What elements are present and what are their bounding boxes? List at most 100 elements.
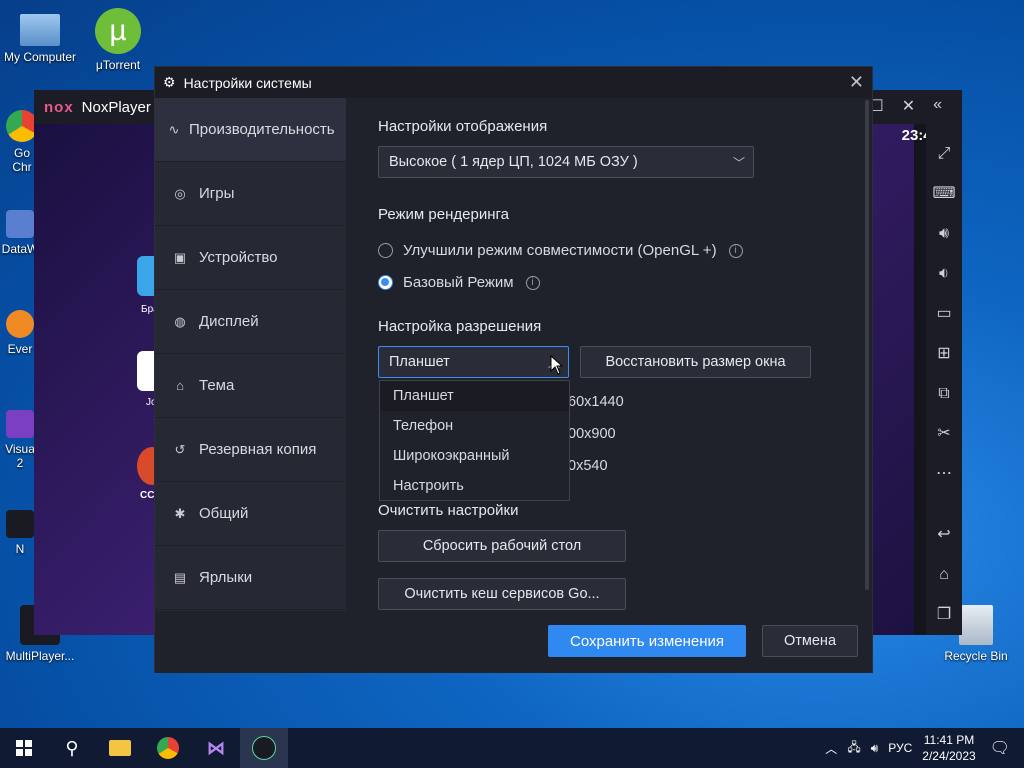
nav-label: Общий [199,505,249,522]
select-value: Высокое ( 1 ядер ЦП, 1024 МБ ОЗУ ) [389,154,638,170]
volume-up-icon[interactable]: 🔊︎ [939,214,949,254]
fullscreen-icon[interactable]: ⤢ [938,134,951,174]
general-settings-icon: ✱ [174,505,186,521]
nav-display[interactable]: ◍ Дисплей [155,290,346,354]
desktop-icon-utorrent[interactable]: µ μTorrent [78,8,158,72]
clock-date: 2/24/2023 [922,749,976,763]
windows-icon [16,740,32,756]
apk-install-icon[interactable]: ⊞ [937,334,950,374]
clear-settings-label: Очистить настройки [378,502,519,519]
radio-label: Базовый Режим [403,274,514,291]
taskbar-file-explorer[interactable] [96,728,144,768]
resolution-select[interactable]: Планшет ︿ [378,346,569,378]
info-icon[interactable]: i [525,275,540,290]
settings-scrollbar[interactable] [865,100,869,590]
taskbar-visual-studio[interactable]: ⋈ [192,728,240,768]
nav-shortcuts[interactable]: ▤ Ярлыки [155,546,346,610]
nav-performance[interactable]: ∿ Производительность [155,98,346,162]
desktop-icon-label: Ever [7,342,33,356]
dropdown-option-tablet[interactable]: Планшет [380,381,569,411]
close-icon[interactable]: ✕ [849,72,864,93]
desktop-icon-label: N [15,542,25,556]
desktop-icon-label: MultiPlayer... [5,649,75,663]
resolution-label: Настройка разрешения [378,318,542,335]
dropdown-option-phone[interactable]: Телефон [380,411,569,441]
reset-desktop-button[interactable]: Сбросить рабочий стол [378,530,626,562]
nav-general[interactable]: ✱ Общий [155,482,346,546]
render-mode-label: Режим рендеринга [378,206,509,223]
clear-cache-button[interactable]: Очистить кеш сервисов Go... [378,578,626,610]
nox-window-controls: ☐ ✕ « [869,96,942,116]
nav-backup[interactable]: ↺ Резервная копия [155,418,346,482]
radio-button[interactable] [378,243,393,258]
home-icon[interactable]: ⌂ [939,555,949,595]
nav-label: Тема [199,377,235,394]
search-button[interactable]: ⚲ [48,728,96,768]
restore-window-size-button[interactable]: Восстановить размер окна [580,346,811,378]
input-language[interactable]: РУС [888,741,912,755]
resolution-option-partial: 00x900 [568,426,616,442]
desktop-icon-label: Recycle Bin [944,649,1008,663]
save-changes-button[interactable]: Сохранить изменения [548,625,746,657]
resolution-dropdown-list: Планшет Телефон Широкоэкранный Настроить [379,380,570,501]
taskbar-noxplayer[interactable] [240,728,288,768]
button-label: Сохранить изменения [569,632,725,650]
visual-studio-icon [6,410,34,438]
info-icon[interactable]: i [728,243,743,258]
nox-icon [252,736,276,760]
system-tray: ︿ 🖧︎ 🔊︎ РУС 11:41 PM 2/24/2023 🗨︎ [825,728,1024,768]
volume-icon[interactable]: 🔊︎ [871,741,879,756]
taskbar-chrome[interactable] [144,728,192,768]
multi-instance-icon[interactable]: ⧉ [938,374,949,414]
render-option-basic[interactable]: Базовый Режим i [378,274,540,291]
pulse-icon: ∿ [168,121,180,137]
volume-down-icon[interactable]: 🔉︎ [939,254,949,294]
button-label: Отмена [783,633,837,649]
settings-nav: ∿ Производительность ◎ Игры ▣ Устройство… [155,98,346,611]
select-value: Планшет [389,354,450,370]
button-label: Сбросить рабочий стол [422,538,582,554]
radio-button-selected[interactable] [378,275,393,290]
device-icon: ▣ [173,249,187,265]
desktop-icon-label: Go Chr [12,146,32,174]
desktop-icon-label: My Computer [3,50,77,64]
dialog-titlebar: ⚙ Настройки системы ✕ [155,67,872,98]
gamepad-icon: ◎ [174,185,186,201]
more-icon[interactable]: ⋯ [936,454,952,494]
network-icon[interactable]: 🖧︎ [847,738,860,759]
close-icon[interactable]: ✕ [902,96,915,116]
scissors-icon[interactable]: ✂ [937,414,950,454]
dropdown-option-widescreen[interactable]: Широкоэкранный [380,441,569,471]
dropdown-option-custom[interactable]: Настроить [380,471,569,501]
resolution-option-partial: 60x1440 [568,394,624,410]
nox-side-toolbar: ⤢ ⌨ 🔊︎ 🔉︎ ▭ ⊞ ⧉ ✂ ⋯ ↩ ⌂ ❐ [926,124,962,635]
collapse-sidebar-icon[interactable]: « [933,96,942,116]
back-icon[interactable]: ↩ [937,515,950,555]
cancel-button[interactable]: Отмена [762,625,858,657]
recent-apps-icon[interactable]: ❐ [937,595,951,635]
nav-theme[interactable]: ⌂ Тема [155,354,346,418]
nav-label: Производительность [189,121,335,138]
nav-device[interactable]: ▣ Устройство [155,226,346,290]
computer-icon [20,14,60,46]
screen-icon[interactable]: ▭ [936,294,951,334]
nav-label: Дисплей [199,313,259,330]
display-settings-label: Настройки отображения [378,118,548,135]
desktop-icon-my-computer[interactable]: My Computer [0,10,80,64]
notification-icon[interactable]: 🗨︎ [990,738,1010,758]
app-icon [6,510,34,538]
recycle-bin-icon [959,605,993,645]
chrome-icon [157,737,179,759]
render-option-opengl[interactable]: Улучшили режим совместимости (OpenGL +) … [378,242,743,259]
shirt-icon: ⌂ [176,378,184,393]
keyboard-icon[interactable]: ⌨ [932,174,955,214]
chevron-up-icon[interactable]: ︿ [825,740,837,757]
nav-games[interactable]: ◎ Игры [155,162,346,226]
nav-label: Устройство [199,249,278,266]
settings-dialog: ⚙ Настройки системы ✕ ∿ Производительнос… [154,66,873,673]
dialog-title: Настройки системы [183,74,312,91]
nav-label: Резервная копия [199,441,317,458]
start-button[interactable] [0,728,48,768]
display-settings-select[interactable]: Высокое ( 1 ядер ЦП, 1024 МБ ОЗУ ) ﹀ [378,146,754,178]
clock[interactable]: 11:41 PM 2/24/2023 [922,732,975,764]
